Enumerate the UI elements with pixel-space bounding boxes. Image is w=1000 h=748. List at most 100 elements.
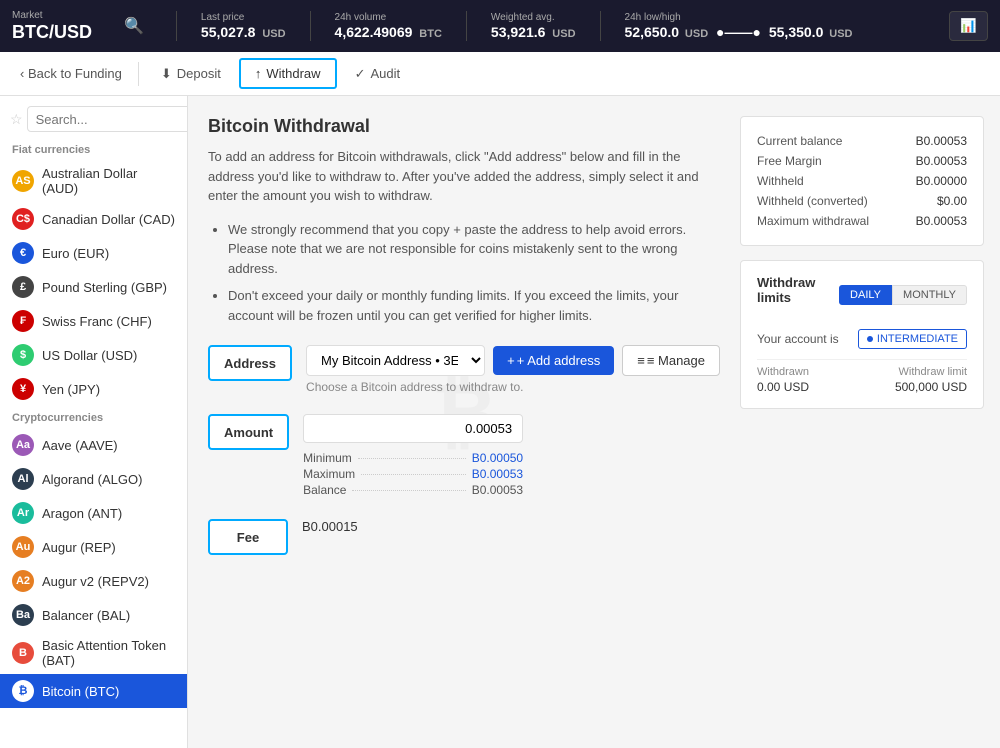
market-divider-2	[310, 11, 311, 41]
market-search-button[interactable]: 🔍	[116, 12, 152, 40]
sidebar-item-aud[interactable]: AS Australian Dollar (AUD)	[0, 160, 187, 202]
ant-icon: Ar	[12, 502, 34, 524]
withdrawn-header-row: Withdrawn Withdraw limit	[757, 359, 967, 378]
sidebar-item-rep[interactable]: Au Augur (REP)	[0, 530, 187, 564]
btc-icon: ₿	[12, 680, 34, 702]
algo-icon: Al	[12, 468, 34, 490]
sidebar-item-gbp[interactable]: £ Pound Sterling (GBP)	[0, 270, 187, 304]
bat-label: Basic Attention Token (BAT)	[42, 638, 175, 668]
withheld-value: B0.00000	[916, 174, 967, 188]
address-form-right: My Bitcoin Address • 3ErB84mQEXuKoBU6LBZ…	[306, 345, 720, 394]
nav-bar: ‹ Back to Funding ⬇ Deposit ↑ Withdraw ✓…	[0, 52, 1000, 96]
market-pair: BTC/USD	[12, 22, 92, 43]
monthly-tab[interactable]: MONTHLY	[892, 285, 967, 305]
address-select[interactable]: My Bitcoin Address • 3ErB84mQEXuKoBU6LBZ…	[306, 345, 485, 376]
sidebar-item-repv2[interactable]: A2 Augur v2 (REPV2)	[0, 564, 187, 598]
maximum-label: Maximum	[303, 467, 355, 481]
plus-icon: +	[507, 353, 515, 368]
sidebar-item-cad[interactable]: C$ Canadian Dollar (CAD)	[0, 202, 187, 236]
withheld-label: Withheld	[757, 174, 804, 188]
maximum-value[interactable]: B0.00053	[472, 467, 523, 481]
jpy-label: Yen (JPY)	[42, 382, 100, 397]
chart-icon-button[interactable]: 📊	[949, 11, 988, 41]
market-divider-4	[600, 11, 601, 41]
last-price-section: Last price 55,027.8 USD	[201, 12, 286, 40]
minimum-label: Minimum	[303, 451, 352, 465]
market-label: Market	[12, 10, 92, 22]
manage-label: ≡ Manage	[647, 353, 705, 368]
eur-label: Euro (EUR)	[42, 246, 109, 261]
balance-value: B0.00053	[472, 483, 523, 497]
main-withdrawal-panel: ₿ Bitcoin Withdrawal To add an address f…	[188, 96, 740, 748]
fee-value: B0.00015	[302, 519, 358, 534]
amount-input[interactable]	[303, 414, 523, 443]
favorites-star-button[interactable]: ☆	[10, 111, 23, 128]
sidebar-item-bat[interactable]: B Basic Attention Token (BAT)	[0, 632, 187, 674]
aud-icon: AS	[12, 170, 34, 192]
sidebar-item-bal[interactable]: Ba Balancer (BAL)	[0, 598, 187, 632]
bullet-item-2: Don't exceed your daily or monthly fundi…	[228, 286, 720, 325]
sidebar-item-jpy[interactable]: ¥ Yen (JPY)	[0, 372, 187, 406]
crypto-section-title: Cryptocurrencies	[0, 406, 187, 428]
sidebar-item-usd[interactable]: $ US Dollar (USD)	[0, 338, 187, 372]
add-address-button[interactable]: + + Add address	[493, 346, 614, 375]
last-price-label: Last price	[201, 12, 286, 24]
sidebar-item-algo[interactable]: Al Algorand (ALGO)	[0, 462, 187, 496]
repv2-label: Augur v2 (REPV2)	[42, 574, 149, 589]
withheld-row: Withheld B0.00000	[757, 171, 967, 191]
search-input[interactable]	[36, 112, 188, 127]
manage-button[interactable]: ≡ ≡ Manage	[622, 345, 720, 376]
address-label-box: Address	[208, 345, 292, 381]
max-withdrawal-value: B0.00053	[916, 214, 967, 228]
bat-icon: B	[12, 642, 34, 664]
deposit-nav-button[interactable]: ⬇ Deposit	[147, 60, 235, 88]
sidebar-item-aave[interactable]: Aa Aave (AAVE)	[0, 428, 187, 462]
balance-row: Balance B0.00053	[303, 483, 523, 497]
weighted-section: Weighted avg. 53,921.6 USD	[491, 12, 576, 40]
audit-icon: ✓	[355, 66, 366, 82]
withdraw-label: Withdraw	[266, 66, 320, 81]
back-to-funding-link[interactable]: ‹ Back to Funding	[12, 66, 130, 81]
chf-label: Swiss Franc (CHF)	[42, 314, 152, 329]
bal-label: Balancer (BAL)	[42, 608, 130, 623]
amount-form-row: Amount Minimum B0.00050 Maximum	[208, 414, 720, 499]
repv2-icon: A2	[12, 570, 34, 592]
maximum-dots	[361, 474, 466, 475]
daily-tab[interactable]: DAILY	[839, 285, 892, 305]
amount-form-right: Minimum B0.00050 Maximum B0.00053 Balanc…	[303, 414, 720, 499]
fee-label-box: Fee	[208, 519, 288, 555]
weighted-value: 53,921.6 USD	[491, 24, 576, 40]
bullet-list: We strongly recommend that you copy + pa…	[208, 220, 720, 326]
sidebar-item-ant[interactable]: Ar Aragon (ANT)	[0, 496, 187, 530]
withdraw-limit-col-label: Withdraw limit	[899, 366, 967, 378]
chf-icon: ₣	[12, 310, 34, 332]
withheld-converted-row: Withheld (converted) $0.00	[757, 191, 967, 211]
intermediate-badge: INTERMEDIATE	[858, 329, 967, 349]
withdrawn-values-row: 0.00 USD 500,000 USD	[757, 380, 967, 394]
minimum-value[interactable]: B0.00050	[472, 451, 523, 465]
withdraw-nav-button[interactable]: ↑ Withdraw	[239, 58, 337, 89]
volume-section: 24h volume 4,622.49069 BTC	[335, 12, 442, 40]
withheld-converted-value: $0.00	[937, 194, 967, 208]
balance-dots	[352, 490, 465, 491]
market-divider-3	[466, 11, 467, 41]
aud-label: Australian Dollar (AUD)	[42, 166, 175, 196]
current-balance-label: Current balance	[757, 134, 842, 148]
lowhigh-section: 24h low/high 52,650.0 USD ●——● 55,350.0 …	[625, 12, 853, 40]
sidebar-item-btc[interactable]: ₿ Bitcoin (BTC)	[0, 674, 187, 708]
sidebar-item-eur[interactable]: € Euro (EUR)	[0, 236, 187, 270]
account-level-row: Your account is INTERMEDIATE	[757, 325, 967, 353]
sidebar-item-chf[interactable]: ₣ Swiss Franc (CHF)	[0, 304, 187, 338]
bal-icon: Ba	[12, 604, 34, 626]
limit-tabs: DAILY MONTHLY	[839, 285, 967, 305]
limits-title: Withdraw limits	[757, 275, 839, 305]
sidebar: ☆ 🔍 Fiat currencies AS Australian Dollar…	[0, 96, 188, 748]
lowhigh-value: 52,650.0 USD ●——● 55,350.0 USD	[625, 24, 853, 40]
add-address-label: + Add address	[517, 353, 600, 368]
volume-value: 4,622.49069 BTC	[335, 24, 442, 40]
free-margin-label: Free Margin	[757, 154, 822, 168]
withdrawn-amount: 0.00 USD	[757, 380, 809, 394]
audit-nav-button[interactable]: ✓ Audit	[341, 60, 415, 88]
address-hint: Choose a Bitcoin address to withdraw to.	[306, 380, 720, 394]
page-title: Bitcoin Withdrawal	[208, 116, 720, 137]
